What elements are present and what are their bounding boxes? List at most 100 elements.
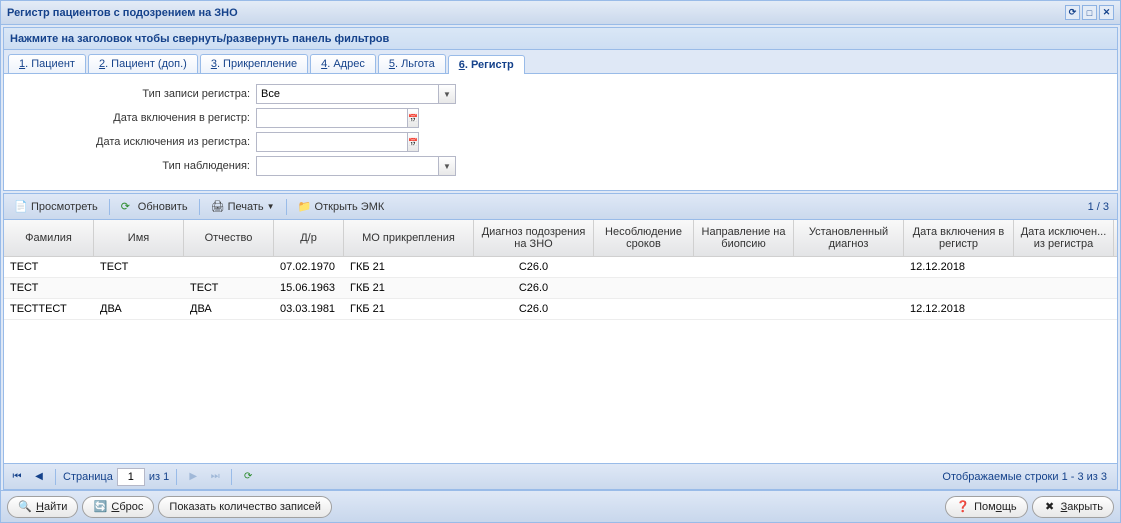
separator <box>176 469 177 485</box>
obs-type-input[interactable] <box>256 156 439 176</box>
calendar-icon[interactable]: 📅 <box>408 108 419 128</box>
column-header[interactable]: Диагноз подозрения на ЗНО <box>474 220 594 256</box>
table-cell <box>1014 299 1114 319</box>
window: Регистр пациентов с подозрением на ЗНО ⟳… <box>0 0 1121 523</box>
find-button[interactable]: 🔍 Найти <box>7 496 78 518</box>
window-title: Регистр пациентов с подозрением на ЗНО <box>7 7 1065 19</box>
page-label: Страница <box>63 471 113 483</box>
bottom-bar: 🔍 Найти 🔄 Сброс Показать количество запи… <box>1 490 1120 522</box>
table-cell: ТЕСТ <box>4 278 94 298</box>
tab-2[interactable]: 3. Прикрепление <box>200 54 308 73</box>
column-header[interactable]: Отчество <box>184 220 274 256</box>
grid-toolbar: 📄 Просмотреть ⟳ Обновить 🖨 Печать ▼ 📁 От… <box>4 194 1117 220</box>
table-row[interactable]: ТЕСТТЕСТДВАДВА03.03.1981ГКБ 21C26.012.12… <box>4 299 1117 320</box>
pager-display: Отображаемые строки 1 - 3 из 3 <box>942 471 1113 483</box>
help-icon: ❓ <box>956 500 970 514</box>
record-type-label: Тип записи регистра: <box>16 88 256 100</box>
separator <box>109 199 110 215</box>
column-header[interactable]: Имя <box>94 220 184 256</box>
refresh-pager-icon[interactable]: ⟳ <box>239 468 257 486</box>
table-cell <box>1014 257 1114 277</box>
page-input[interactable] <box>117 468 145 486</box>
calendar-icon[interactable]: 📅 <box>408 132 419 152</box>
maximize-icon[interactable]: □ <box>1082 5 1097 20</box>
column-header[interactable]: МО прикрепления <box>344 220 474 256</box>
tab-1[interactable]: 2. Пациент (доп.) <box>88 54 198 73</box>
table-cell <box>594 257 694 277</box>
obs-type-label: Тип наблюдения: <box>16 160 256 172</box>
separator <box>231 469 232 485</box>
table-cell <box>594 278 694 298</box>
last-page-icon[interactable]: ⏭ <box>206 468 224 486</box>
view-label: Просмотреть <box>31 201 98 213</box>
table-cell: C26.0 <box>474 257 594 277</box>
record-type-input[interactable] <box>256 84 439 104</box>
table-cell: ДВА <box>94 299 184 319</box>
date-out-input[interactable] <box>256 132 408 152</box>
folder-icon: 📁 <box>298 200 312 214</box>
print-label: Печать <box>228 201 264 213</box>
chevron-down-icon[interactable]: ▼ <box>439 84 456 104</box>
pager: ⏮ ◀ Страница из 1 ▶ ⏭ ⟳ Отображаемые стр… <box>4 463 1117 489</box>
separator <box>55 469 56 485</box>
table-cell: ГКБ 21 <box>344 299 474 319</box>
grid-header-row: ФамилияИмяОтчествоД/рМО прикрепленияДиаг… <box>4 220 1117 257</box>
table-cell <box>794 257 904 277</box>
refresh-icon: ⟳ <box>121 200 135 214</box>
tab-5[interactable]: 6. Регистр <box>448 55 525 74</box>
view-button[interactable]: 📄 Просмотреть <box>8 198 104 216</box>
titlebar-tools: ⟳ □ ✕ <box>1065 5 1114 20</box>
table-cell: C26.0 <box>474 299 594 319</box>
page-of-label: из 1 <box>149 471 169 483</box>
table-cell <box>694 257 794 277</box>
table-cell: ГКБ 21 <box>344 278 474 298</box>
table-cell: C26.0 <box>474 278 594 298</box>
column-header[interactable]: Несоблюдение сроков <box>594 220 694 256</box>
table-row[interactable]: ТЕСТТЕСТ15.06.1963ГКБ 21C26.0 <box>4 278 1117 299</box>
print-button[interactable]: 🖨 Печать ▼ <box>205 198 281 216</box>
help-button[interactable]: ❓ Помощь <box>945 496 1028 518</box>
show-count-button[interactable]: Показать количество записей <box>158 496 332 518</box>
tab-4[interactable]: 5. Льгота <box>378 54 446 73</box>
refresh-button[interactable]: ⟳ Обновить <box>115 198 194 216</box>
open-emk-label: Открыть ЭМК <box>315 201 385 213</box>
table-cell <box>594 299 694 319</box>
table-cell <box>904 278 1014 298</box>
titlebar: Регистр пациентов с подозрением на ЗНО ⟳… <box>1 1 1120 25</box>
table-cell <box>184 257 274 277</box>
filter-panel: Нажмите на заголовок чтобы свернуть/разв… <box>3 27 1118 191</box>
prev-page-icon[interactable]: ◀ <box>30 468 48 486</box>
column-header[interactable]: Направление на биопсию <box>694 220 794 256</box>
date-in-label: Дата включения в регистр: <box>16 112 256 124</box>
refresh-window-icon[interactable]: ⟳ <box>1065 5 1080 20</box>
date-in-input[interactable] <box>256 108 408 128</box>
tab-3[interactable]: 4. Адрес <box>310 54 376 73</box>
filter-tab-body: Тип записи регистра: ▼ Дата включения в … <box>4 74 1117 190</box>
table-cell: ТЕСТТЕСТ <box>4 299 94 319</box>
column-header[interactable]: Дата включения в регистр <box>904 220 1014 256</box>
chevron-down-icon[interactable]: ▼ <box>439 156 456 176</box>
grid-body[interactable]: ТЕСТТЕСТ07.02.1970ГКБ 21C26.012.12.2018Т… <box>4 257 1117 463</box>
first-page-icon[interactable]: ⏮ <box>8 468 26 486</box>
table-cell <box>1014 278 1114 298</box>
next-page-icon[interactable]: ▶ <box>184 468 202 486</box>
column-header[interactable]: Фамилия <box>4 220 94 256</box>
tab-0[interactable]: 1. Пациент <box>8 54 86 73</box>
close-icon[interactable]: ✕ <box>1099 5 1114 20</box>
data-grid: ФамилияИмяОтчествоД/рМО прикрепленияДиаг… <box>4 220 1117 463</box>
close-icon: ✖ <box>1043 500 1057 514</box>
column-header[interactable]: Дата исключен... из регистра <box>1014 220 1114 256</box>
table-cell: 07.02.1970 <box>274 257 344 277</box>
column-header[interactable]: Установленный диагноз <box>794 220 904 256</box>
open-emk-button[interactable]: 📁 Открыть ЭМК <box>292 198 391 216</box>
date-out-label: Дата исключения из регистра: <box>16 136 256 148</box>
table-cell <box>94 278 184 298</box>
record-counter: 1 / 3 <box>1088 201 1113 213</box>
column-header[interactable]: Д/р <box>274 220 344 256</box>
separator <box>199 199 200 215</box>
filter-panel-header[interactable]: Нажмите на заголовок чтобы свернуть/разв… <box>4 28 1117 50</box>
reset-button[interactable]: 🔄 Сброс <box>82 496 154 518</box>
reset-icon: 🔄 <box>93 500 107 514</box>
table-row[interactable]: ТЕСТТЕСТ07.02.1970ГКБ 21C26.012.12.2018 <box>4 257 1117 278</box>
close-button[interactable]: ✖ Закрыть <box>1032 496 1114 518</box>
